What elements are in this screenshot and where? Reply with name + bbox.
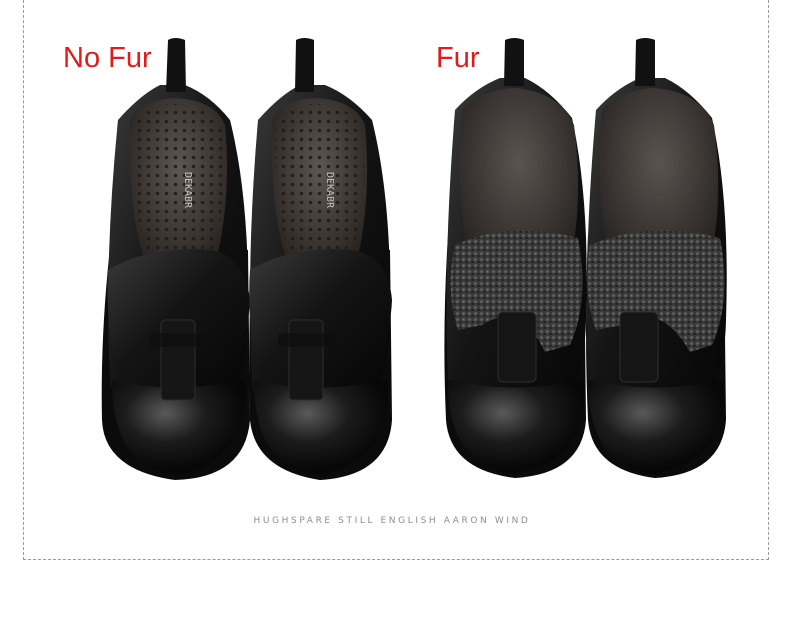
no-fur-right-shoe	[249, 38, 392, 480]
insole-brand-left: DEKABR	[182, 172, 193, 209]
fur-left-shoe	[444, 38, 587, 478]
no-fur-label: No Fur	[63, 42, 152, 74]
caption-text: HUGHSPARE STILL ENGLISH AARON WIND	[253, 516, 531, 526]
no-fur-left-shoe	[101, 38, 250, 480]
fur-label: Fur	[436, 42, 480, 74]
product-photo: DEKABR DEKABR	[101, 38, 727, 480]
fur-right-shoe	[586, 38, 727, 478]
insole-brand-right: DEKABR	[324, 172, 335, 209]
